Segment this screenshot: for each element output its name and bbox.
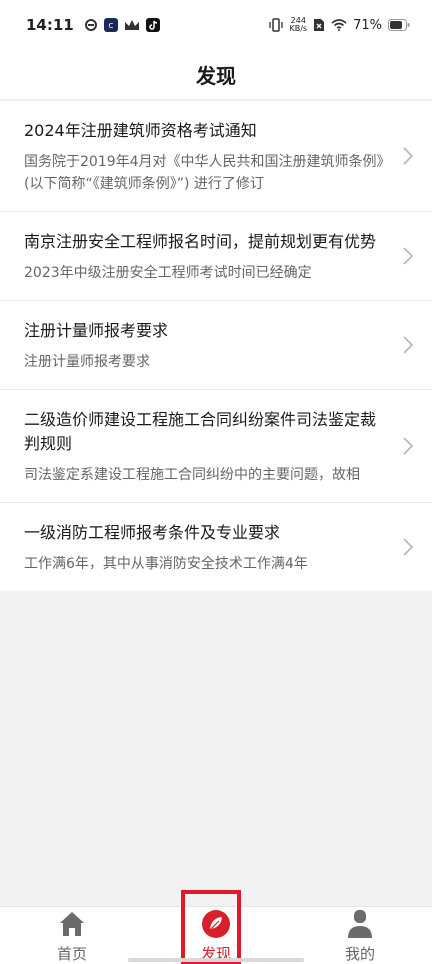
page-title: 发现: [196, 64, 236, 88]
status-bar-left: 14:11 C: [26, 16, 160, 34]
article-title: 一级消防工程师报考条件及专业要求: [24, 523, 281, 542]
article-title: 2024年注册建筑师资格考试通知: [24, 121, 257, 140]
article-title: 南京注册安全工程师报名时间，提前规划更有优势: [24, 232, 377, 251]
article-summary: 司法鉴定系建设工程施工合同纠纷中的主要问题，故相: [24, 467, 360, 483]
crown-icon: [124, 19, 140, 31]
chevron-right-icon: [403, 538, 414, 556]
tab-label: 首页: [56, 945, 87, 963]
tab-discover[interactable]: 发现: [144, 907, 288, 964]
profile-icon: [345, 909, 375, 939]
article-summary: 2023年中级注册安全工程师考试时间已经确定: [24, 265, 312, 281]
article-summary: 国务院于2019年4月对《中华人民共和国注册建筑师条例》(以下简称“《建筑师条例…: [24, 154, 384, 192]
svg-text:C: C: [108, 22, 113, 30]
article-item[interactable]: 2024年注册建筑师资格考试通知 国务院于2019年4月对《中华人民共和国注册建…: [0, 101, 432, 212]
chevron-right-icon: [403, 336, 414, 354]
network-speed-unit: KB/s: [289, 24, 308, 33]
article-summary: 注册计量师报考要求: [24, 354, 150, 370]
sync-icon: [84, 18, 98, 32]
article-title: 二级造价师建设工程施工合同纠纷案件司法鉴定裁判规则: [24, 410, 377, 453]
chevron-right-icon: [403, 247, 414, 265]
article-item[interactable]: 南京注册安全工程师报名时间，提前规划更有优势 2023年中级注册安全工程师考试时…: [0, 212, 432, 301]
chevron-right-icon: [403, 147, 414, 165]
battery-icon: [388, 19, 410, 31]
page-header: 发现: [0, 50, 432, 100]
tiktok-icon: [145, 18, 160, 32]
tab-profile[interactable]: 我的: [288, 907, 432, 964]
tab-label: 我的: [344, 945, 375, 963]
network-speed: 244 KB/s: [289, 17, 307, 33]
article-item[interactable]: 一级消防工程师报考条件及专业要求 工作满6年，其中从事消防安全技术工作满4年: [0, 503, 432, 591]
sim-x-icon: [313, 18, 325, 32]
battery-percent: 71%: [353, 17, 382, 33]
wifi-icon: [331, 19, 347, 31]
article-item[interactable]: 注册计量师报考要求 注册计量师报考要求: [0, 301, 432, 390]
article-list: 2024年注册建筑师资格考试通知 国务院于2019年4月对《中华人民共和国注册建…: [0, 101, 432, 591]
article-item[interactable]: 二级造价师建设工程施工合同纠纷案件司法鉴定裁判规则 司法鉴定系建设工程施工合同纠…: [0, 390, 432, 503]
tab-home[interactable]: 首页: [0, 907, 144, 964]
app-badge-icon: C: [103, 18, 118, 32]
status-bar-right: 244 KB/s 71%: [269, 17, 410, 33]
vibrate-icon: [269, 18, 284, 32]
home-indicator: [128, 958, 304, 962]
discover-icon: [201, 909, 231, 939]
status-time: 14:11: [26, 16, 74, 34]
article-summary: 工作满6年，其中从事消防安全技术工作满4年: [24, 556, 308, 572]
chevron-right-icon: [403, 437, 414, 455]
home-icon: [57, 909, 87, 939]
article-title: 注册计量师报考要求: [24, 321, 169, 340]
bottom-tab-bar: 首页 发现 我的: [0, 906, 432, 964]
status-bar: 14:11 C 244 KB/s 71%: [0, 0, 432, 50]
